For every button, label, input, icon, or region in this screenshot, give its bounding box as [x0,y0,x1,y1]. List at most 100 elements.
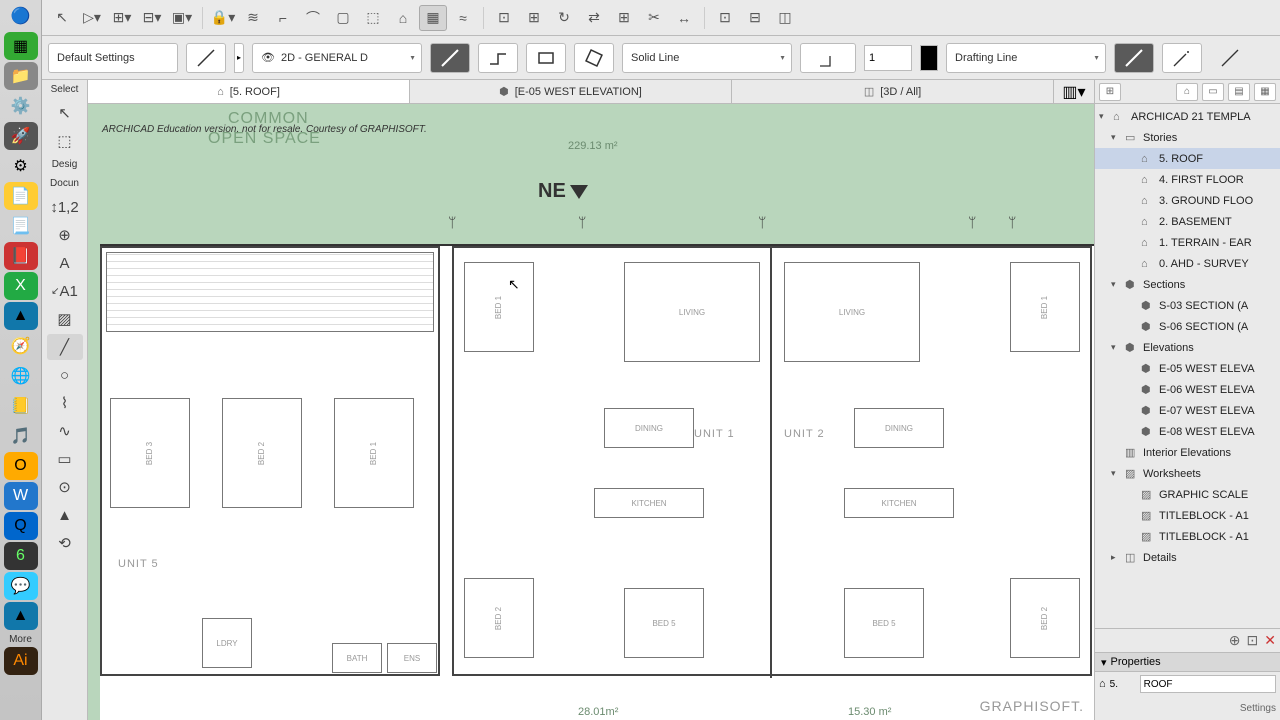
dock-app[interactable]: 📕 [4,242,38,270]
dock-app[interactable]: 📄 [4,182,38,210]
line-rot-button[interactable] [574,43,614,73]
new-view-icon[interactable]: ⊕ [1229,632,1241,649]
tree-elevations[interactable]: ▾⬢Elevations [1095,337,1280,358]
tree-interior[interactable]: ▥Interior Elevations [1095,442,1280,463]
dock-finder[interactable]: 🔵 [4,2,38,30]
tree-elevation-item[interactable]: ⬢E-06 WEST ELEVA [1095,379,1280,400]
tree-worksheet-item[interactable]: ▨GRAPHIC SCALE [1095,484,1280,505]
extend-icon[interactable]: ↔ [670,5,698,31]
default-settings-button[interactable]: Default Settings [48,43,178,73]
tree-story-item[interactable]: ⌂3. GROUND FLOO [1095,190,1280,211]
curve-icon[interactable]: ⌒ [299,5,327,31]
arrow-tool[interactable]: ↖ [47,100,83,126]
dock-app[interactable]: 6 [4,542,38,570]
pen-number-input[interactable] [864,45,912,71]
grid-icon[interactable]: ▦ [419,5,447,31]
line-end3-button[interactable] [1210,43,1250,73]
rotate-icon[interactable]: ↻ [550,5,578,31]
line-rect-button[interactable] [526,43,566,73]
view-dropdown[interactable]: 👁2D - GENERAL D [252,43,422,73]
line-end2-button[interactable] [1162,43,1202,73]
line-style-button[interactable] [186,43,226,73]
tree-section-item[interactable]: ⬢S-03 SECTION (A [1095,295,1280,316]
dock-music[interactable]: 🎵 [4,422,38,450]
tree-stories[interactable]: ▾▭Stories [1095,127,1280,148]
dock-app[interactable]: ⚙️ [4,92,38,120]
dock-app[interactable]: ⚙ [4,152,38,180]
tree-story-item[interactable]: ⌂0. AHD - SURVEY [1095,253,1280,274]
tab-elevation[interactable]: ⬢[E-05 WEST ELEVATION] [410,80,732,103]
arrow-dd-icon[interactable]: ▷▾ [78,5,106,31]
linetype-dropdown[interactable]: Solid Line [622,43,792,73]
array-icon[interactable]: ⊞ [610,5,638,31]
tree-story-item[interactable]: ⌂5. ROOF [1095,148,1280,169]
dock-messages[interactable]: 💬 [4,572,38,600]
nav-tab-1[interactable]: ⊞ [1099,83,1121,101]
lock-icon[interactable]: 🔒▾ [209,5,237,31]
box-icon[interactable]: ▢ [329,5,357,31]
spline-tool[interactable]: ∿ [47,418,83,444]
dock-app[interactable]: 📃 [4,212,38,240]
tree-elevation-item[interactable]: ⬢E-07 WEST ELEVA [1095,400,1280,421]
trim-icon[interactable]: ✂ [640,5,668,31]
drawing-tool[interactable]: ▭ [47,446,83,472]
navigator-tree[interactable]: ▾⌂ARCHICAD 21 TEMPLA ▾▭Stories ⌂5. ROOF … [1095,104,1280,628]
tree-elevation-item[interactable]: ⬢E-08 WEST ELEVA [1095,421,1280,442]
tree-story-item[interactable]: ⌂1. TERRAIN - EAR [1095,232,1280,253]
tree-worksheet-item[interactable]: ▨TITLEBLOCK - A1 [1095,526,1280,547]
delete-icon[interactable]: ✕ [1264,632,1276,649]
pen-angle-button[interactable] [800,43,856,73]
dock-app[interactable]: 📒 [4,392,38,420]
mirror-icon[interactable]: ⇄ [580,5,608,31]
guide-icon[interactable]: ⊟▾ [138,5,166,31]
distrib-icon[interactable]: ⊞ [520,5,548,31]
drawing-canvas[interactable]: ARCHICAD Education version, not for resa… [88,104,1094,720]
snap-icon[interactable]: ⊞▾ [108,5,136,31]
nav-tab-view[interactable]: ▭ [1202,83,1224,101]
text-tool[interactable]: A [47,250,83,276]
group-icon[interactable]: ⊡ [711,5,739,31]
dock-app[interactable]: ▦ [4,32,38,60]
color-swatch[interactable] [920,45,938,71]
view-icon[interactable]: ◫ [771,5,799,31]
properties-header[interactable]: ▾Properties [1095,652,1280,672]
tab-3d[interactable]: ◫[3D / All] [732,80,1054,103]
nav-tab-project[interactable]: ⌂ [1176,83,1198,101]
tree-worksheet-item[interactable]: ▨TITLEBLOCK - A1 [1095,505,1280,526]
dock-chrome[interactable]: 🌐 [4,362,38,390]
layer-icon[interactable]: ▣▾ [168,5,196,31]
line-step-button[interactable] [478,43,518,73]
tree-sections[interactable]: ▾⬢Sections [1095,274,1280,295]
dock-illustrator[interactable]: Ai [4,647,38,675]
tab-options[interactable]: ▥▾ [1054,80,1094,103]
zigzag-icon[interactable]: ≈ [449,5,477,31]
nav-tab-layout[interactable]: ▤ [1228,83,1250,101]
dock-app[interactable]: O [4,452,38,480]
tree-worksheets[interactable]: ▾▨Worksheets [1095,463,1280,484]
dock-word[interactable]: W [4,482,38,510]
dock-app[interactable]: 🚀 [4,122,38,150]
align-icon[interactable]: ⊡ [490,5,518,31]
line-diag-button[interactable] [430,43,470,73]
change-tool[interactable]: ⟲ [47,530,83,556]
dock-app[interactable]: Q [4,512,38,540]
prop-name-input[interactable] [1140,675,1276,693]
circle-tool[interactable]: ○ [47,362,83,388]
tree-section-item[interactable]: ⬢S-06 SECTION (A [1095,316,1280,337]
nav-tab-pub[interactable]: ▦ [1254,83,1276,101]
stairs-icon[interactable]: ⬚ [359,5,387,31]
trace-icon[interactable]: ≋ [239,5,267,31]
line-tool[interactable]: ╱ [47,334,83,360]
line-end1-button[interactable] [1114,43,1154,73]
dock-safari[interactable]: 🧭 [4,332,38,360]
fill-tool[interactable]: ▨ [47,306,83,332]
tree-root[interactable]: ▾⌂ARCHICAD 21 TEMPLA [1095,106,1280,127]
roof-icon[interactable]: ⌂ [389,5,417,31]
cursor-icon[interactable]: ↖ [48,5,76,31]
dock-app[interactable]: ▲ [4,602,38,630]
hotspot-tool[interactable]: ⊙ [47,474,83,500]
dock-app[interactable]: X [4,272,38,300]
ungroup-icon[interactable]: ⊟ [741,5,769,31]
tree-story-item[interactable]: ⌂4. FIRST FLOOR [1095,169,1280,190]
figure-tool[interactable]: ▲ [47,502,83,528]
